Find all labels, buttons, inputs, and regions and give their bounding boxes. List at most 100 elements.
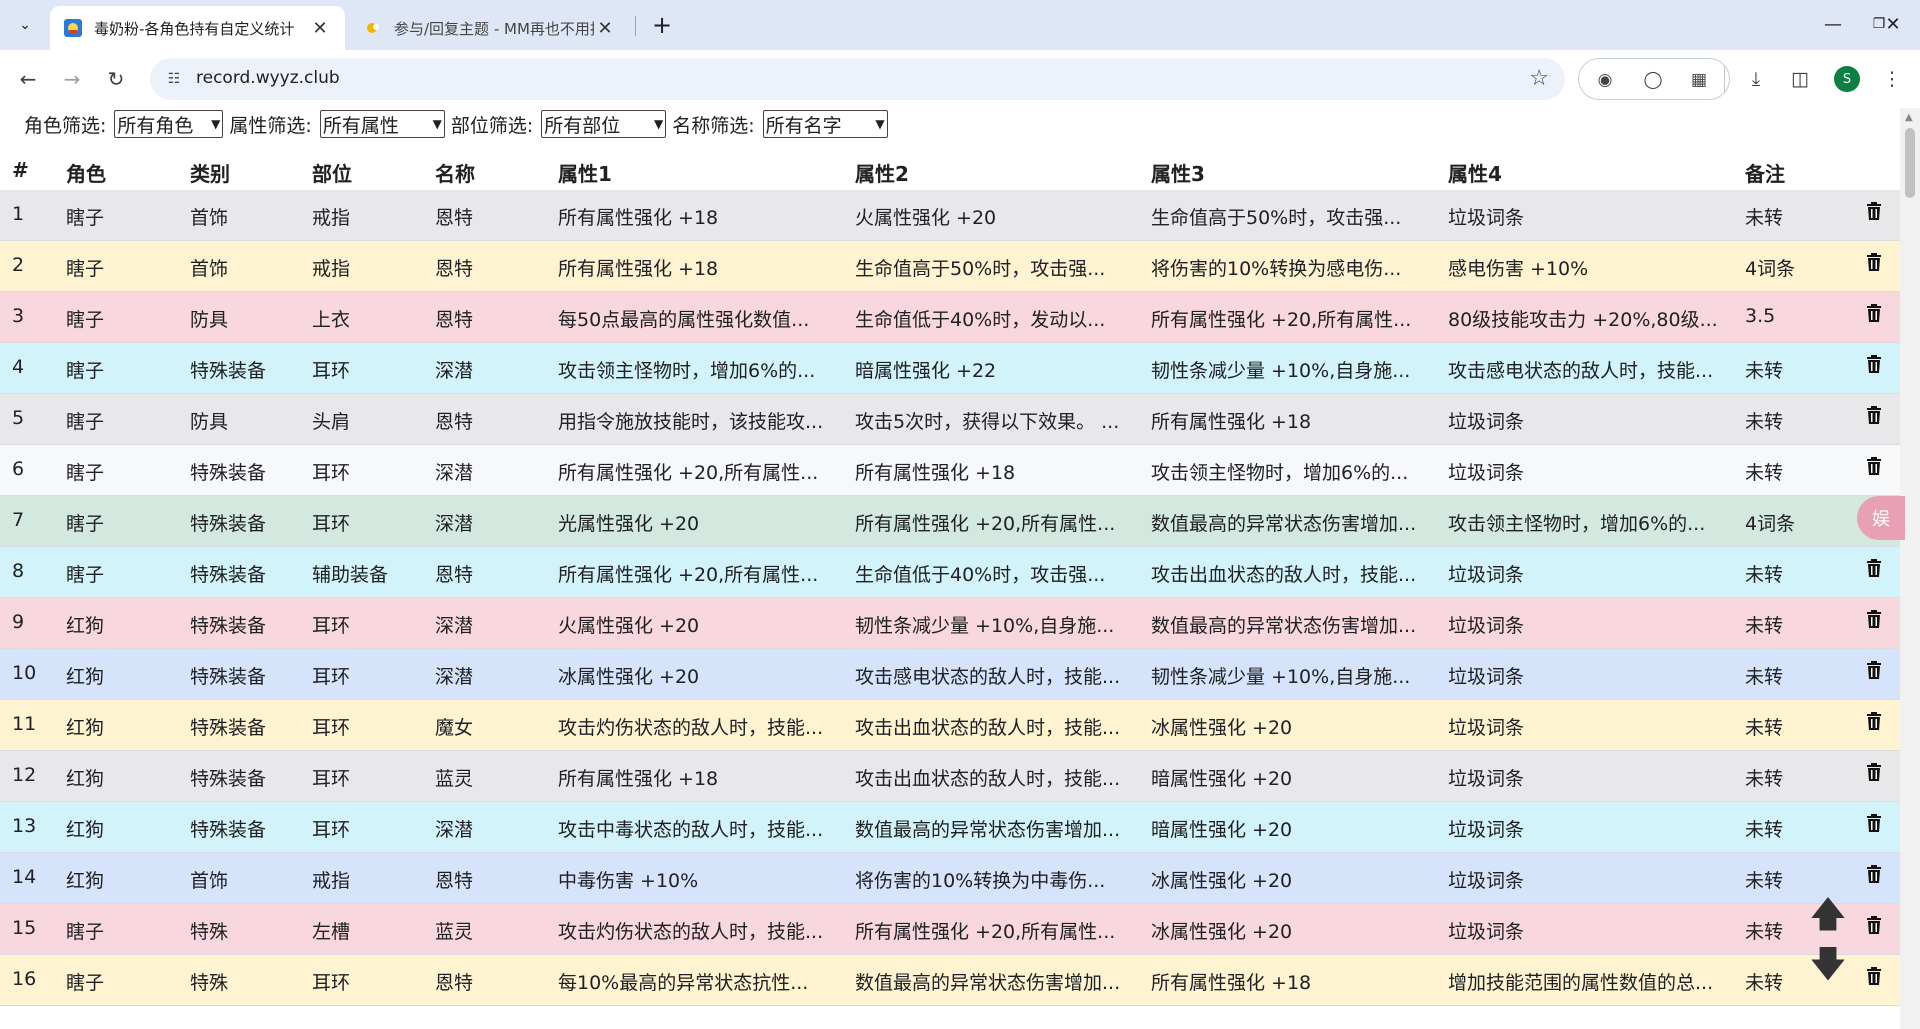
cell-role: 瞎子	[66, 258, 105, 280]
record-extension-icon[interactable]: ◯	[1641, 68, 1665, 92]
cell-attr4: 增加技能范围的属性数值的总...	[1448, 972, 1714, 994]
trash-icon[interactable]	[1866, 559, 1882, 582]
trash-icon[interactable]	[1866, 253, 1882, 276]
cell-role: 瞎子	[66, 207, 105, 229]
bookmark-star-icon[interactable]: ☆	[1529, 66, 1549, 91]
chevron-down-icon: ▼	[653, 117, 664, 131]
forward-button[interactable]: →	[56, 63, 88, 95]
trash-icon[interactable]	[1866, 916, 1882, 939]
close-window-button[interactable]: ✕	[1870, 8, 1916, 40]
side-float-button[interactable]: 娱	[1857, 496, 1905, 540]
cell-attr2: 韧性条减少量 +10%,自身施...	[855, 615, 1115, 637]
scroll-top-button[interactable]: 🡅	[1810, 894, 1847, 938]
cell-attr4: 垃圾词条	[1448, 462, 1525, 484]
header-id: #	[12, 158, 29, 182]
cell-attr1: 所有属性强化 +18	[558, 768, 719, 790]
tab-active[interactable]: 毒奶粉-各角色持有自定义统计 ✕	[50, 6, 345, 50]
cell-attr2: 火属性强化 +20	[855, 207, 997, 229]
cell-attr3: 将伤害的10%转换为感电伤...	[1151, 258, 1402, 280]
cell-note: 未转	[1745, 615, 1784, 637]
cell-category: 特殊装备	[190, 666, 267, 688]
download-icon[interactable]: ⤓	[1742, 65, 1770, 93]
cell-attr1: 光属性强化 +20	[558, 513, 700, 535]
minimize-button[interactable]: —	[1810, 8, 1856, 40]
header-attr3: 属性3	[1151, 162, 1205, 186]
trash-icon[interactable]	[1866, 865, 1882, 888]
reload-button[interactable]: ↻	[100, 63, 132, 95]
part-filter-label: 部位筛选:	[450, 114, 534, 137]
scroll-bottom-button[interactable]: 🡇	[1810, 944, 1847, 988]
site-settings-icon[interactable]: ☷	[164, 69, 184, 89]
table-row: 15 瞎子 特殊 左槽 蓝灵 攻击灼伤状态的敌人时，技能... 所有属性强化 +20,所有属…	[0, 904, 1900, 955]
trash-icon[interactable]	[1866, 202, 1882, 225]
cell-part: 耳环	[312, 513, 351, 535]
cell-role: 红狗	[66, 870, 105, 892]
back-button[interactable]: ←	[12, 63, 44, 95]
tab-inactive[interactable]: 参与/回复主题 - MM再也不用担心 ✕	[350, 6, 630, 50]
trash-icon[interactable]	[1866, 712, 1882, 735]
arrow-down-icon: 🡇	[1809, 943, 1847, 985]
table-body: 1 瞎子 首饰 戒指 恩特 所有属性强化 +18 火属性强化 +20 生命值高于50%时，攻击…	[0, 190, 1900, 1006]
profile-avatar[interactable]: S	[1834, 66, 1860, 92]
trash-icon[interactable]	[1866, 457, 1882, 480]
table-row: 5 瞎子 防具 头肩 恩特 用指令施放技能时，该技能攻... 攻击5次时，获得以下效果。 .…	[0, 394, 1900, 445]
cell-id: 6	[12, 458, 25, 480]
cell-part: 耳环	[312, 615, 351, 637]
cell-attr4: 垃圾词条	[1448, 768, 1525, 790]
puzzle-extensions-icon[interactable]: ▦	[1687, 68, 1711, 92]
trash-icon[interactable]	[1866, 406, 1882, 429]
trash-icon[interactable]	[1866, 355, 1882, 378]
cell-role: 红狗	[66, 615, 105, 637]
minimize-icon: —	[1824, 13, 1842, 35]
tab-search-button[interactable]: ⌄	[9, 9, 41, 41]
trash-icon[interactable]	[1866, 814, 1882, 837]
role-filter-value: 所有角色	[117, 114, 194, 137]
chevron-down-icon: ▼	[432, 117, 442, 131]
address-bar[interactable]: ☷ record.wyyz.club ☆	[150, 58, 1565, 100]
cell-attr4: 垃圾词条	[1448, 564, 1525, 586]
close-tab-icon[interactable]: ✕	[309, 18, 331, 39]
attr-filter-select[interactable]: 所有属性 ▼	[319, 110, 445, 138]
trash-icon[interactable]	[1866, 661, 1882, 684]
cell-part: 耳环	[312, 819, 351, 841]
cell-name: 深潜	[435, 615, 474, 637]
cell-attr3: 攻击领主怪物时，增加6%的...	[1151, 462, 1409, 484]
close-tab-icon[interactable]: ✕	[594, 18, 616, 39]
cell-id: 13	[12, 815, 37, 837]
scroll-up-icon[interactable]: ▲	[1905, 112, 1913, 123]
table-row: 6 瞎子 特殊装备 耳环 深潜 所有属性强化 +20,所有属性... 所有属性强化 +18 攻…	[0, 445, 1900, 496]
scroll-thumb[interactable]	[1905, 128, 1915, 198]
more-menu-icon[interactable]: ⋮	[1878, 65, 1906, 93]
cell-attr3: 暗属性强化 +20	[1151, 768, 1293, 790]
new-tab-button[interactable]: +	[648, 10, 676, 40]
trash-icon[interactable]	[1866, 763, 1882, 786]
cell-category: 特殊装备	[190, 564, 267, 586]
cell-name: 恩特	[435, 411, 474, 433]
cell-note: 未转	[1745, 666, 1784, 688]
cell-name: 蓝灵	[435, 921, 474, 943]
password-manager-icon[interactable]: ◉	[1593, 68, 1617, 92]
tab-divider	[635, 16, 636, 36]
trash-icon[interactable]	[1866, 610, 1882, 633]
cell-part: 头肩	[312, 411, 351, 433]
cell-attr1: 中毒伤害 +10%	[558, 870, 699, 892]
cell-attr1: 攻击灼伤状态的敌人时，技能...	[558, 717, 824, 739]
cell-attr3: 暗属性强化 +20	[1151, 819, 1293, 841]
cell-attr3: 攻击出血状态的敌人时，技能...	[1151, 564, 1417, 586]
cell-role: 红狗	[66, 717, 105, 739]
page-scrollbar[interactable]: ▲	[1900, 108, 1920, 1029]
url-text[interactable]: record.wyyz.club	[196, 68, 340, 88]
side-panel-icon[interactable]: ◫	[1786, 65, 1814, 93]
cell-name: 恩特	[435, 207, 474, 229]
part-filter-select[interactable]: 所有部位 ▼	[541, 110, 667, 138]
table-row: 4 瞎子 特殊装备 耳环 深潜 攻击领主怪物时，增加6%的... 暗属性强化 +22 韧性条减…	[0, 343, 1900, 394]
role-filter-select[interactable]: 所有角色 ▼	[114, 110, 224, 138]
name-filter-select[interactable]: 所有名字 ▼	[762, 110, 888, 138]
cell-category: 特殊	[190, 921, 229, 943]
cell-attr2: 攻击感电状态的敌人时，技能...	[855, 666, 1121, 688]
cell-attr2: 数值最高的异常状态伤害增加...	[855, 819, 1121, 841]
trash-icon[interactable]	[1866, 304, 1882, 327]
cell-attr1: 攻击领主怪物时，增加6%的...	[558, 360, 816, 382]
trash-icon[interactable]	[1866, 967, 1882, 990]
cell-note: 未转	[1745, 462, 1784, 484]
